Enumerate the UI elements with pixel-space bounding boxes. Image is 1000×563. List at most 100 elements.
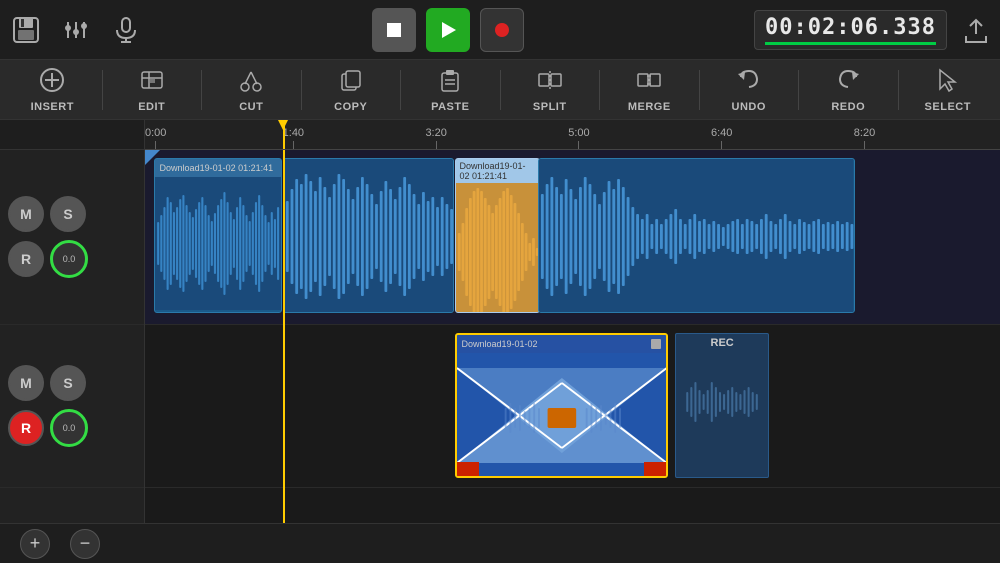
track1-clip1[interactable]: Download19-01-02 01:21:41 [154,158,282,313]
track1-clip1-main[interactable] [283,158,454,313]
edit-tool[interactable]: EDIT [105,62,200,117]
microphone-icon[interactable] [110,14,142,46]
divider-9 [898,70,899,110]
ruler-mark-5: 8:20 [854,127,875,149]
divider-1 [102,70,103,110]
add-track-button[interactable]: + [20,529,50,559]
insert-label: INSERT [31,101,74,113]
remove-track-button[interactable]: − [70,529,100,559]
redo-label: REDO [831,101,865,113]
paste-tool[interactable]: PASTE [403,62,498,117]
track2-mute-button[interactable]: M [8,365,44,401]
insert-icon [39,67,65,99]
top-bar-left [10,14,142,46]
divider-2 [201,70,202,110]
track1-volume-knob[interactable]: 0.0 [50,240,88,278]
record-button[interactable] [480,8,524,52]
clip1b-header: Download19-01-02 01:21:41 [456,159,540,183]
ruler-mark-3: 5:00 [568,127,589,149]
rec-label: REC [676,334,768,352]
divider-4 [400,70,401,110]
ruler-mark-2: 3:20 [425,127,446,149]
toolbar: INSERT EDIT CUT [0,60,1000,120]
select-icon [935,67,961,99]
undo-tool[interactable]: UNDO [702,62,797,117]
track2-rec-block[interactable]: REC [675,333,769,478]
ruler-spacer [0,120,144,150]
clip-marker-left [457,462,479,476]
clip-marker-right [644,462,666,476]
export-icon[interactable] [962,16,990,44]
split-tool[interactable]: SPLIT [503,62,598,117]
redo-tool[interactable]: REDO [801,62,896,117]
bottom-bar: + − [0,523,1000,563]
stop-button[interactable] [372,8,416,52]
track2-clip1-visual [457,353,667,478]
paste-label: PASTE [431,101,469,113]
edit-icon [139,67,165,99]
undo-label: UNDO [732,101,766,113]
cut-icon [238,67,264,99]
track1-row[interactable]: Download19-01-02 01:21:41 [145,150,1000,325]
ruler-mark-0: 0:00 [145,127,166,149]
track1-controls: M S R 0.0 [0,150,144,325]
copy-tool[interactable]: COPY [304,62,399,117]
mixer-icon[interactable] [60,14,92,46]
rec-waveform [676,352,768,452]
divider-6 [599,70,600,110]
track2-record-button[interactable]: R [8,410,44,446]
track2-row[interactable]: Download19-01-02 [145,325,1000,488]
cut-label: CUT [239,101,263,113]
divider-8 [798,70,799,110]
track2-clip1-selected[interactable]: Download19-01-02 [455,333,669,478]
timecode-value: 00:02:06.338 [765,15,936,40]
play-button[interactable] [426,8,470,52]
merge-icon [636,67,662,99]
track2-volume-knob[interactable]: 0.0 [50,409,88,447]
track1-mute-button[interactable]: M [8,196,44,232]
track1-clip1b-right[interactable] [538,158,854,313]
timecode-display: 00:02:06.338 [754,10,947,50]
divider-3 [301,70,302,110]
paste-icon [437,67,463,99]
top-bar-right: 00:02:06.338 [754,10,990,50]
copy-icon [338,67,364,99]
divider-7 [699,70,700,110]
cut-tool[interactable]: CUT [204,62,299,117]
track1-record-button[interactable]: R [8,241,44,277]
timeline-ruler[interactable]: 0:00 1:40 3:20 5:00 6:40 8:20 [145,120,1000,150]
track2-solo-button[interactable]: S [50,365,86,401]
top-bar: 00:02:06.338 [0,0,1000,60]
redo-icon [835,67,861,99]
copy-label: COPY [334,101,367,113]
insert-tool[interactable]: INSERT [5,62,100,117]
clip1a-label: Download19-01-02 01:21:41 [160,163,274,173]
track1-solo-button[interactable]: S [50,196,86,232]
merge-tool[interactable]: MERGE [602,62,697,117]
clip-handle[interactable] [651,339,661,349]
track2-clip1-header: Download19-01-02 [457,335,667,353]
track1-marker [145,150,160,165]
timecode-progress-bar [765,42,936,45]
select-tool[interactable]: SELECT [901,62,996,117]
select-label: SELECT [925,101,971,113]
playhead-ruler-marker [278,120,288,130]
ruler-mark-4: 6:40 [711,127,732,149]
tracks-container: Download19-01-02 01:21:41 [145,150,1000,523]
track-controls: M S R 0.0 [0,120,145,523]
divider-5 [500,70,501,110]
timeline-area: 0:00 1:40 3:20 5:00 6:40 8:20 [145,120,1000,523]
clip1b-waveform [456,183,540,313]
clip1a-header: Download19-01-02 01:21:41 [155,159,281,177]
split-icon [537,67,563,99]
clip1-main-waveform [284,159,453,313]
split-label: SPLIT [533,101,567,113]
transport-controls [372,8,524,52]
ruler-mark-1: 1:40 [283,127,304,149]
edit-label: EDIT [138,101,165,113]
save-icon[interactable] [10,14,42,46]
main-area: M S R 0.0 [0,120,1000,523]
track2-controls: M S R 0.0 [0,325,144,488]
clip1a-waveform [155,177,281,310]
track1-clip1b[interactable]: Download19-01-02 01:21:41 [455,158,541,313]
